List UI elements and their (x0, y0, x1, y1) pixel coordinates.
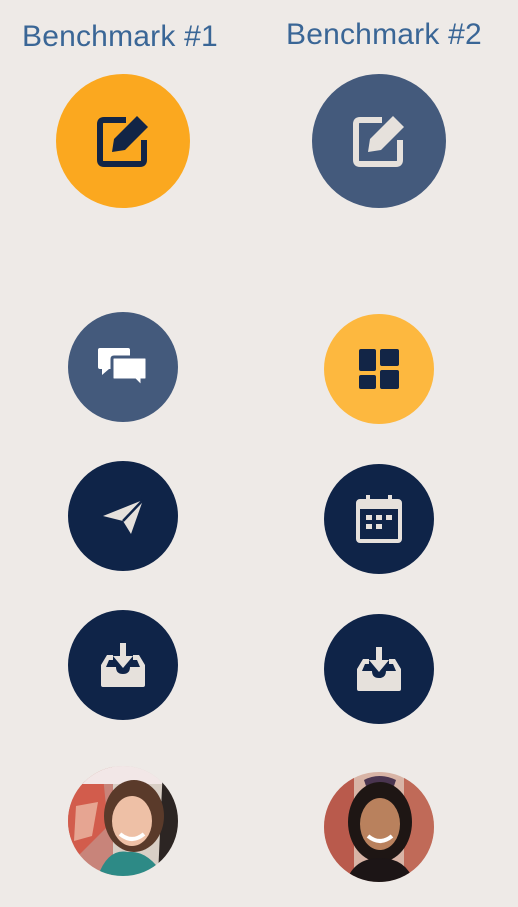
benchmark-1-send-button[interactable] (68, 461, 178, 571)
benchmark-2-calendar-button[interactable] (324, 464, 434, 574)
benchmark-1-chat-button[interactable] (68, 312, 178, 422)
paper-plane-icon (103, 499, 144, 534)
benchmark-2-title: Benchmark #2 (286, 18, 482, 51)
benchmark-1-title: Benchmark #1 (22, 20, 218, 53)
compose-icon (97, 116, 148, 167)
inbox-download-icon (101, 643, 145, 687)
benchmark-1-compose-button[interactable] (56, 74, 190, 208)
benchmark-2-compose-button[interactable] (312, 74, 446, 208)
chat-bubbles-icon (98, 348, 149, 389)
calendar-icon (356, 495, 402, 543)
benchmark-1-avatar[interactable] (68, 766, 178, 876)
user-avatar-2 (324, 772, 434, 882)
benchmark-1-inbox-button[interactable] (68, 610, 178, 720)
inbox-download-icon (357, 647, 401, 691)
user-avatar-1 (68, 766, 178, 876)
benchmark-2-dashboard-button[interactable] (324, 314, 434, 424)
dashboard-tiles-icon (359, 349, 399, 389)
compose-icon (353, 116, 404, 167)
benchmark-2-avatar[interactable] (324, 772, 434, 882)
benchmark-2-inbox-button[interactable] (324, 614, 434, 724)
